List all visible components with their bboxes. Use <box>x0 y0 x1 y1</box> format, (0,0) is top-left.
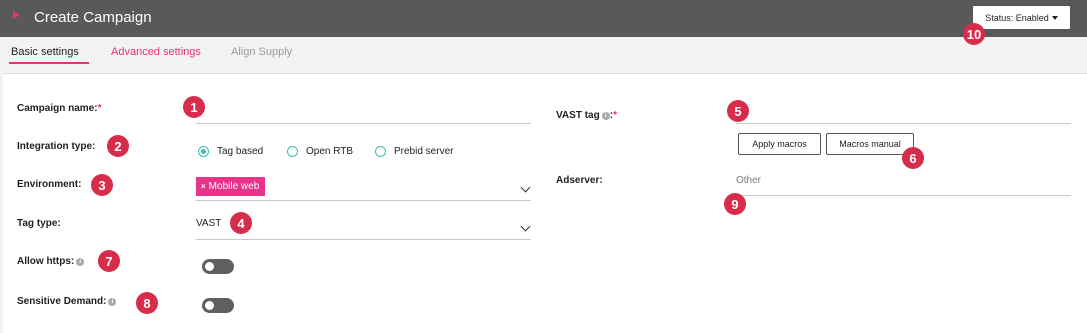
badge-2: 2 <box>107 135 129 157</box>
allow-https-toggle[interactable] <box>202 259 234 274</box>
radio-open-rtb[interactable]: Open RTB <box>287 146 353 157</box>
chip-label: Mobile web <box>208 181 260 192</box>
play-triangle-icon <box>13 11 20 19</box>
remove-chip-icon[interactable]: × <box>201 182 206 191</box>
tag-type-label: Tag type: <box>17 218 61 229</box>
sensitive-demand-label: Sensitive Demand: i <box>17 296 117 307</box>
radio-label: Open RTB <box>306 146 354 157</box>
page-title: Create Campaign <box>34 9 152 26</box>
environment-chip-mobile-web[interactable]: × Mobile web <box>196 177 266 196</box>
badge-1: 1 <box>183 96 205 118</box>
tab-basic-settings[interactable]: Basic settings <box>11 46 79 58</box>
toggle-knob <box>205 301 214 310</box>
environment-select[interactable] <box>196 200 531 201</box>
adserver-value[interactable]: Other <box>736 175 761 186</box>
apply-macros-button[interactable]: Apply macros <box>738 133 821 155</box>
vast-tag-input[interactable] <box>736 123 1071 124</box>
info-icon[interactable]: i <box>76 258 85 266</box>
environment-label: Environment: <box>17 179 82 190</box>
allow-https-label: Allow https: i <box>17 256 85 267</box>
radio-prebid-server[interactable]: Prebid server <box>375 146 453 157</box>
sensitive-demand-toggle[interactable] <box>202 298 234 313</box>
info-icon[interactable]: i <box>108 298 117 306</box>
tab-bar: Basic settings Advanced settings Align S… <box>0 37 1087 74</box>
adserver-select[interactable] <box>736 195 1071 196</box>
badge-7: 7 <box>98 250 120 272</box>
adserver-label: Adserver: <box>556 175 603 186</box>
toggle-knob <box>205 262 214 271</box>
badge-8: 8 <box>136 292 158 314</box>
tag-type-value[interactable]: VAST <box>196 218 221 229</box>
badge-9: 9 <box>724 193 746 215</box>
macros-manual-button[interactable]: Macros manual <box>826 133 914 155</box>
radio-unselected-icon <box>375 146 386 157</box>
radio-label: Tag based <box>217 146 264 157</box>
radio-selected-icon <box>198 146 209 157</box>
radio-unselected-icon <box>287 146 298 157</box>
tag-type-select[interactable] <box>196 239 531 240</box>
tab-align-supply[interactable]: Align Supply <box>231 46 292 58</box>
status-label: Status: Enabled <box>985 12 1049 23</box>
header-bar: Create Campaign <box>0 0 1087 37</box>
info-icon[interactable]: i <box>601 112 610 120</box>
badge-6: 6 <box>902 147 924 169</box>
badge-3: 3 <box>91 174 113 196</box>
vast-tag-label: VAST tag i:* <box>556 110 617 121</box>
badge-4: 4 <box>230 212 252 234</box>
status-dropdown-button[interactable]: Status: Enabled <box>972 5 1071 30</box>
tab-advanced-settings[interactable]: Advanced settings <box>111 46 201 58</box>
radio-label: Prebid server <box>394 146 454 157</box>
radio-tag-based[interactable]: Tag based <box>198 146 263 157</box>
form-panel <box>3 73 1087 333</box>
integration-type-label: Integration type: <box>17 141 96 152</box>
campaign-name-label: Campaign name:* <box>17 103 102 114</box>
caret-down-icon <box>1051 15 1058 20</box>
badge-5: 5 <box>727 100 749 122</box>
active-tab-indicator <box>9 62 89 64</box>
campaign-name-input[interactable] <box>196 123 531 124</box>
